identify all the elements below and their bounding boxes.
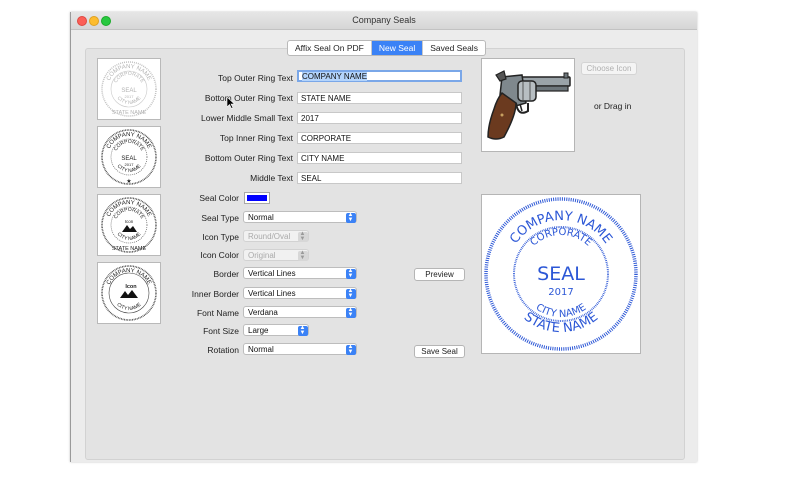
seal-preview: COMPANY NAME CORPORATE SEAL 2017 CITY NA… <box>481 194 641 354</box>
inner-border-select[interactable]: Vertical Lines ▲ ▼ <box>243 287 357 299</box>
tab-saved-seals[interactable]: Saved Seals <box>423 41 485 55</box>
icon-color-select: Original ▲ ▼ <box>243 249 309 261</box>
thumb-3-inner-bottom-text: CITY NAME <box>116 231 143 242</box>
preview-inner-top-text: CORPORATE <box>528 227 593 249</box>
seal-type-value: Normal <box>248 213 274 222</box>
top-outer-ring-label: Top Outer Ring Text <box>218 73 293 83</box>
icon-type-select: Round/Oval ▲ ▼ <box>243 230 309 242</box>
seal-thumbnail-3[interactable]: COMPANY NAME CORPORATE Icon CITY NAME ST… <box>97 194 161 256</box>
font-name-value: Verdana <box>248 308 278 317</box>
preview-small-text: 2017 <box>548 287 573 298</box>
mountain-icon <box>120 290 138 298</box>
icon-type-value: Round/Oval <box>248 232 291 241</box>
rotation-value: Normal <box>248 345 274 354</box>
seal-color-label: Seal Color <box>199 193 239 203</box>
chevron-updown-icon: ▲ ▼ <box>345 344 356 355</box>
svg-text:CORPORATE: CORPORATE <box>528 227 593 249</box>
font-size-label: Font Size <box>203 326 239 336</box>
rotation-label: Rotation <box>207 345 239 355</box>
preview-button[interactable]: Preview <box>414 268 465 281</box>
thumb-1-bottom-text: STATE NAME <box>112 110 147 116</box>
icon-drop-zone[interactable] <box>481 58 575 152</box>
seal-thumbnail-2[interactable]: COMPANY NAME CORPORATE SEAL 2017 CITY NA… <box>97 126 161 188</box>
seal-thumbnail-3-graphic: COMPANY NAME CORPORATE Icon CITY NAME ST… <box>101 197 157 253</box>
chevron-updown-icon: ▲ ▼ <box>297 250 308 261</box>
thumb-4-middle-text: Icon <box>125 284 137 290</box>
svg-text:CITY NAME: CITY NAME <box>116 231 143 242</box>
chevron-updown-icon: ▲ ▼ <box>345 307 356 318</box>
lower-middle-small-label: Lower Middle Small Text <box>201 113 293 123</box>
middle-text-input[interactable]: SEAL <box>297 172 462 184</box>
thumb-3-middle-text: Icon <box>125 219 134 224</box>
seal-thumbnail-1[interactable]: COMPANY NAME CORPORATE SEAL 2017 CITY NA… <box>97 58 161 120</box>
inner-border-value: Vertical Lines <box>248 289 296 298</box>
chevron-updown-icon: ▲ ▼ <box>297 231 308 242</box>
seal-preview-graphic: COMPANY NAME CORPORATE SEAL 2017 CITY NA… <box>484 197 638 351</box>
seal-type-select[interactable]: Normal ▲ ▼ <box>243 211 357 223</box>
font-name-label: Font Name <box>196 308 239 318</box>
save-seal-button[interactable]: Save Seal <box>414 345 465 358</box>
seal-thumbnail-4-graphic: COMPANY NAME Icon CITY NAME <box>101 265 157 321</box>
drag-in-label: or Drag in <box>594 101 632 111</box>
font-size-select[interactable]: Large ▲ ▼ <box>243 324 309 336</box>
title-bar[interactable]: Company Seals <box>71 12 697 30</box>
arrow-pointer-icon <box>227 97 235 109</box>
middle-text-label: Middle Text <box>250 173 293 183</box>
seal-thumbnail-4[interactable]: COMPANY NAME Icon CITY NAME <box>97 262 161 324</box>
lower-middle-small-input[interactable]: 2017 <box>297 112 462 124</box>
seal-color-swatch <box>247 195 267 201</box>
window-title: Company Seals <box>352 15 416 25</box>
seal-type-label: Seal Type <box>201 213 239 223</box>
bottom-outer-ring-input-2[interactable]: CITY NAME <box>297 152 462 164</box>
app-window: Company Seals Affix Seal On PDF New Seal… <box>70 12 697 462</box>
thumb-2-small-text: 2017 <box>125 162 135 167</box>
icon-type-label: Icon Type <box>202 232 239 242</box>
chevron-updown-icon: ▲ ▼ <box>345 268 356 279</box>
thumb-3-bottom-text: STATE NAME <box>112 246 147 252</box>
font-size-value: Large <box>248 326 269 335</box>
inner-border-label: Inner Border <box>191 289 239 299</box>
chevron-updown-icon: ▲ ▼ <box>297 325 308 336</box>
font-name-select[interactable]: Verdana ▲ ▼ <box>243 306 357 318</box>
seal-color-well[interactable] <box>244 192 270 204</box>
top-outer-ring-input[interactable]: COMPANY NAME <box>297 70 462 82</box>
tab-bar: Affix Seal On PDF New Seal Saved Seals <box>287 40 486 56</box>
icon-color-value: Original <box>248 251 276 260</box>
top-inner-ring-label: Top Inner Ring Text <box>219 133 293 143</box>
preview-middle-text: SEAL <box>537 263 585 285</box>
border-label: Border <box>213 269 239 279</box>
chevron-updown-icon: ▲ ▼ <box>345 212 356 223</box>
border-value: Vertical Lines <box>248 269 296 278</box>
seal-thumbnail-2-graphic: COMPANY NAME CORPORATE SEAL 2017 CITY NA… <box>101 129 157 185</box>
thumb-1-small-text: 2017 <box>125 94 135 99</box>
top-outer-ring-value: COMPANY NAME <box>302 72 368 81</box>
tab-affix-seal[interactable]: Affix Seal On PDF <box>288 41 372 55</box>
bottom-outer-ring-label-2: Bottom Outer Ring Text <box>204 153 293 163</box>
rotation-select[interactable]: Normal ▲ ▼ <box>243 343 357 355</box>
tab-new-seal[interactable]: New Seal <box>371 41 424 55</box>
bottom-outer-ring-label-1: Bottom Outer Ring Text <box>204 93 293 103</box>
seal-thumbnail-1-graphic: COMPANY NAME CORPORATE SEAL 2017 CITY NA… <box>101 61 157 117</box>
choose-icon-button[interactable]: Choose Icon <box>581 62 637 75</box>
icon-color-label: Icon Color <box>200 250 239 260</box>
mountain-icon <box>122 225 137 232</box>
revolver-icon <box>487 70 571 140</box>
star-icon: ★ <box>126 178 131 185</box>
chevron-updown-icon: ▲ ▼ <box>345 288 356 299</box>
border-select[interactable]: Vertical Lines ▲ ▼ <box>243 267 357 279</box>
bottom-outer-ring-input-1[interactable]: STATE NAME <box>297 92 462 104</box>
top-inner-ring-input[interactable]: CORPORATE <box>297 132 462 144</box>
